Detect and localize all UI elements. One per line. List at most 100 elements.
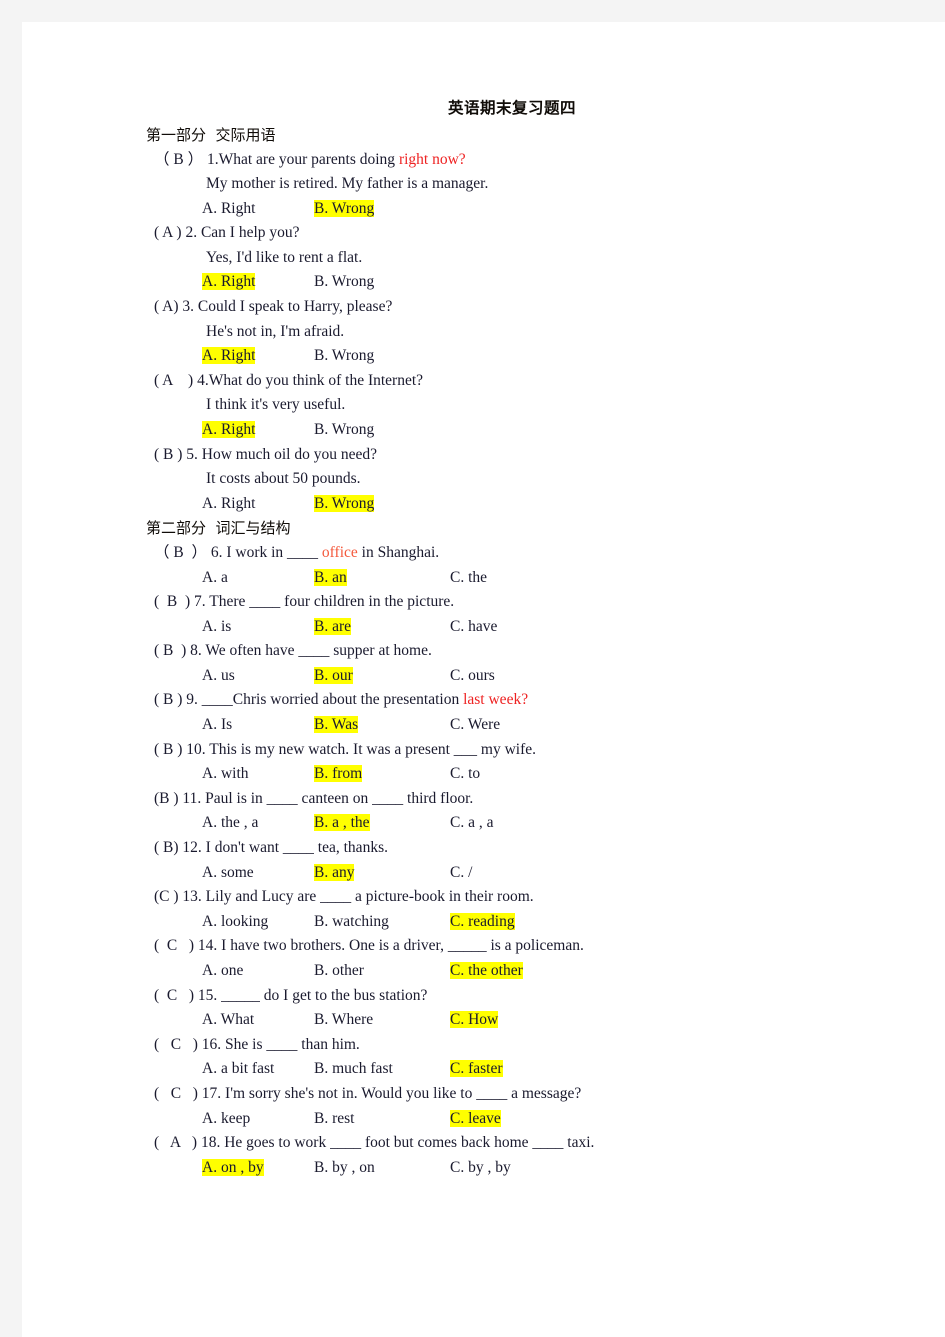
answer-marker[interactable]: (C ) [154,888,179,905]
option-choice[interactable]: B. Wrong [314,421,374,438]
question-text: She is ____ than him. [221,1035,360,1053]
option-selected[interactable]: A. Right [202,273,256,291]
option-selected[interactable]: C. faster [450,1060,503,1078]
answer-marker[interactable]: ( B ) [154,642,186,659]
question-stem: ( B ) 5. How much oil do you need? [146,443,846,468]
option-selected[interactable]: B. a , the [314,814,370,832]
option-choice[interactable]: A. looking [202,913,268,930]
answer-marker[interactable]: ( B ) [154,593,190,610]
section-heading: 第一部分 交际用语 [146,126,276,144]
option-selected[interactable]: A. Right [202,347,256,365]
option-choice[interactable]: C. Were [450,716,500,733]
option-choice[interactable]: A. a bit fast [202,1060,274,1077]
question-text-emphasis: right now? [398,150,466,168]
answer-marker[interactable]: ( A ) [154,372,193,389]
option-choice[interactable]: A. some [202,864,254,881]
option-choice[interactable]: A. one [202,962,243,979]
answer-marker[interactable]: （ B ） [154,544,207,561]
option-choice[interactable]: C. have [450,618,497,635]
option-choice[interactable]: A. with [202,765,249,782]
option-selected[interactable]: A. on , by [202,1158,264,1176]
option-choice[interactable]: C. the [450,569,487,586]
answer-marker[interactable]: (B ) [154,790,179,807]
option-selected[interactable]: B. Wrong [314,199,375,217]
option-selected[interactable]: B. any [314,863,355,881]
question-text: What do you think of the Internet? [208,371,424,389]
option-row: A. a bit fast B. much fast C. faster [146,1057,846,1082]
answer-marker[interactable]: ( C ) [154,987,194,1004]
question-text: Could I speak to Harry, please? [194,298,393,316]
question-stem: ( C ) 16. She is ____ than him. [146,1033,846,1058]
option-selected[interactable]: B. Wrong [314,494,375,512]
option-selected[interactable]: B. are [314,617,352,635]
option-choice[interactable]: C. / [450,864,472,881]
question-text: ____Chris worried about the presentation [197,691,464,709]
question-text: There ____ four children in the picture. [205,593,455,611]
option-choice[interactable]: B. much fast [314,1060,393,1077]
question-number: 8. [186,642,202,660]
option-selected[interactable]: C. reading [450,912,515,930]
question-text-tail: in Shanghai. [357,543,440,561]
option-choice[interactable]: A. is [202,618,231,635]
question-text: Paul is in ____ canteen on ____ third fl… [201,789,474,807]
sections-container: 第一部分 交际用语 （ B ） 1.What are your parents d… [146,123,846,1180]
answer-marker[interactable]: ( B ) [154,446,182,463]
option-choice[interactable]: B. Wrong [314,273,374,290]
option-choice[interactable]: A. Right [202,200,255,217]
option-choice[interactable]: B. watching [314,913,389,930]
option-row: A. Right B. Wrong [146,418,846,443]
option-selected[interactable]: B. Was [314,716,359,734]
option-choice[interactable]: B. rest [314,1110,354,1127]
option-choice[interactable]: B. Where [314,1011,373,1028]
question-number: 11. [178,789,202,807]
option-choice[interactable]: C. ours [450,667,495,684]
option-choice[interactable]: C. to [450,765,480,782]
answer-marker[interactable]: ( B ) [154,691,182,708]
answer-marker[interactable]: ( C ) [154,1036,198,1053]
option-row: A. Is B. Was C. Were [146,713,846,738]
question-text: We often have ____ supper at home. [201,642,432,660]
answer-marker[interactable]: ( A ) [154,1134,197,1151]
option-choice[interactable]: B. by , on [314,1159,375,1176]
option-row: A. keep B. rest C. leave [146,1107,846,1132]
answer-marker[interactable]: ( A) [154,298,179,315]
option-selected[interactable]: B. from [314,765,363,783]
option-selected[interactable]: C. leave [450,1109,501,1127]
option-choice[interactable]: A. What [202,1011,254,1028]
option-choice[interactable]: A. the , a [202,814,258,831]
option-choice[interactable]: A. a [202,569,228,586]
section: 第二部分 词汇与结构 （ B ） 6. I work in ____ office… [146,516,846,1180]
option-choice[interactable]: A. keep [202,1110,250,1127]
option-choice[interactable]: A. us [202,667,235,684]
answer-marker[interactable]: ( B) [154,839,179,856]
question-number: 9. [182,691,198,709]
question-stem: ( B) 12. I don't want ____ tea, thanks. [146,836,846,861]
option-selected[interactable]: C. the other [450,962,523,979]
option-choice[interactable]: B. Wrong [314,347,374,364]
option-row: A. Right B. Wrong [146,492,846,517]
option-choice[interactable]: B. other [314,962,364,979]
dialogue-reply: Yes, I'd like to rent a flat. [206,248,363,266]
option-selected[interactable]: B. our [314,666,353,684]
option-row: A. Right B. Wrong [146,197,846,222]
option-choice[interactable]: A. Right [202,495,255,512]
option-choice[interactable]: C. by , by [450,1159,511,1176]
question-number: 4. [193,371,209,389]
option-selected[interactable]: B. an [314,568,347,586]
answer-marker[interactable]: ( C ) [154,937,194,954]
option-choice[interactable]: A. Is [202,716,232,733]
option-row: A. is B. are C. have [146,615,846,640]
answer-marker[interactable]: ( A ) [154,224,182,241]
dialogue-reply: I think it's very useful. [206,396,346,414]
answer-marker[interactable]: ( B ) [154,741,182,758]
option-selected[interactable]: A. Right [202,421,256,439]
answer-marker[interactable]: ( C ) [154,1085,198,1102]
question-number: 12. [178,839,202,857]
dialogue-reply: It costs about 50 pounds. [206,470,361,488]
question-text: How much oil do you need? [197,445,377,463]
option-choice[interactable]: C. a , a [450,814,493,831]
option-selected[interactable]: C. How [450,1011,499,1029]
option-row: A. one B. other C. the other [146,959,846,984]
question-stem: ( B ) 7. There ____ four children in the… [146,590,846,615]
answer-marker[interactable]: （ B ） [154,151,203,168]
